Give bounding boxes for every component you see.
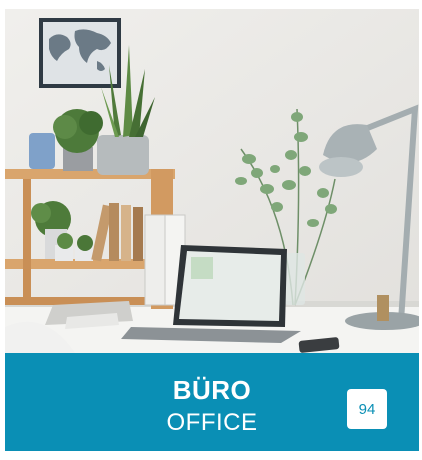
category-tile[interactable]: BÜRO OFFICE 94	[5, 9, 419, 451]
tile-footer: BÜRO OFFICE 94	[5, 353, 419, 451]
office-desk-photo	[5, 9, 419, 353]
page-number-badge: 94	[347, 389, 387, 429]
